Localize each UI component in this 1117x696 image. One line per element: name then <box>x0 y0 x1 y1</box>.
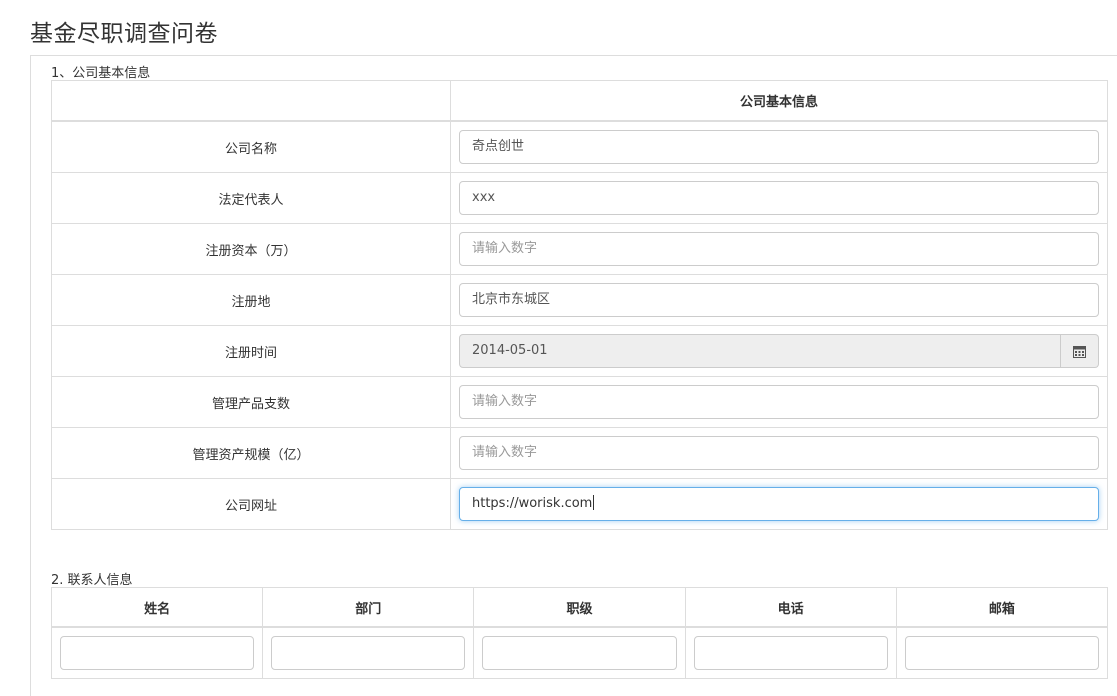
registration-date-input[interactable]: 2014-05-01 <box>459 334 1061 368</box>
table-row: 公司网址 https://worisk.com <box>51 478 1108 530</box>
section-basic-info-label: 1、公司基本信息 <box>51 66 151 81</box>
section-contact-label: 2. 联系人信息 <box>51 573 133 588</box>
registration-date-group: 2014-05-01 <box>459 334 1099 368</box>
col-department: 部门 <box>262 587 475 628</box>
contact-table: 姓名 部门 职级 电话 邮箱 <box>50 587 1109 679</box>
aum-label: 管理资产规模（亿） <box>51 427 451 479</box>
questionnaire-panel: 1、公司基本信息 公司基本信息 公司名称 奇点创世 法定代表人 xxx 注册资本… <box>30 55 1117 696</box>
contact-phone-input[interactable] <box>693 636 888 670</box>
page-title: 基金尽职调查问卷 <box>30 21 218 47</box>
table-row: 公司名称 奇点创世 <box>51 120 1108 173</box>
table-row: 法定代表人 xxx <box>51 172 1108 224</box>
product-count-label: 管理产品支数 <box>51 376 451 428</box>
registered-address-label: 注册地 <box>51 274 451 326</box>
contact-email-input[interactable] <box>904 636 1099 670</box>
website-label: 公司网址 <box>51 478 451 530</box>
contact-name-input[interactable] <box>60 636 255 670</box>
legal-rep-input[interactable]: xxx <box>459 181 1099 215</box>
product-count-input[interactable]: 请输入数字 <box>459 385 1099 419</box>
table-row: 注册资本（万） 请输入数字 <box>51 223 1108 275</box>
company-name-input[interactable]: 奇点创世 <box>459 130 1099 164</box>
company-name-label: 公司名称 <box>51 120 451 173</box>
registered-capital-input[interactable]: 请输入数字 <box>459 232 1099 266</box>
col-email: 邮箱 <box>895 587 1109 628</box>
table-row <box>50 626 1109 679</box>
registered-capital-label: 注册资本（万） <box>51 223 451 275</box>
calendar-icon <box>1073 345 1086 358</box>
header-basic-info: 公司基本信息 <box>450 80 1108 122</box>
col-phone: 电话 <box>684 587 897 628</box>
contact-department-input[interactable] <box>271 636 466 670</box>
registration-date-label: 注册时间 <box>51 325 451 377</box>
legal-rep-label: 法定代表人 <box>51 172 451 224</box>
table-row: 注册时间 2014-05-01 <box>51 325 1108 377</box>
col-rank: 职级 <box>473 587 686 628</box>
contact-rank-input[interactable] <box>482 636 677 670</box>
date-picker-button[interactable] <box>1061 334 1099 368</box>
col-name: 姓名 <box>50 587 264 628</box>
table-row: 管理产品支数 请输入数字 <box>51 376 1108 428</box>
table-row: 注册地 北京市东城区 <box>51 274 1108 326</box>
header-empty <box>51 80 451 122</box>
table-row: 管理资产规模（亿） 请输入数字 <box>51 427 1108 479</box>
registered-address-input[interactable]: 北京市东城区 <box>459 283 1099 317</box>
aum-input[interactable]: 请输入数字 <box>459 436 1099 470</box>
website-input[interactable]: https://worisk.com <box>459 487 1099 521</box>
basic-info-table: 公司基本信息 公司名称 奇点创世 法定代表人 xxx 注册资本（万） 请输入数字… <box>51 80 1108 530</box>
